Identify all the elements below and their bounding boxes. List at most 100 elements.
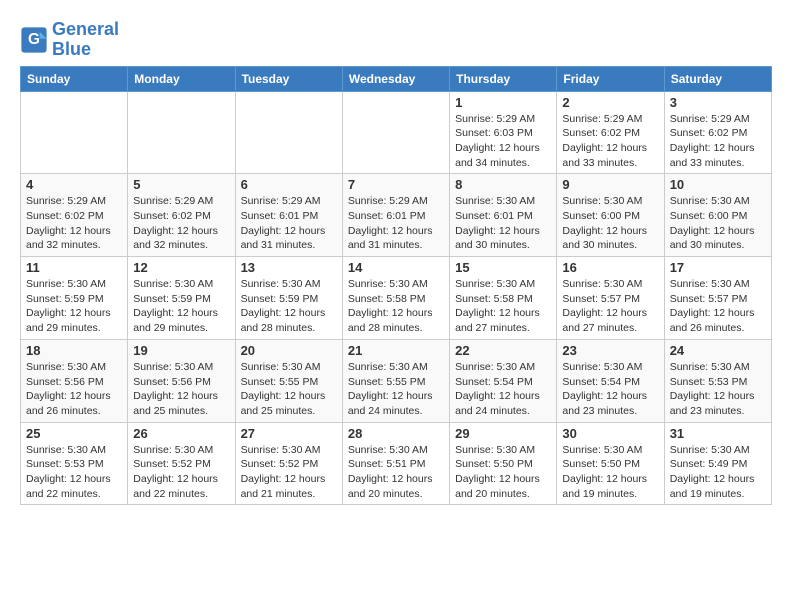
cell-date: 10 <box>670 177 766 192</box>
cell-date: 24 <box>670 343 766 358</box>
cell-info: Sunrise: 5:29 AM Sunset: 6:03 PM Dayligh… <box>455 112 551 171</box>
cell-info: Sunrise: 5:30 AM Sunset: 5:53 PM Dayligh… <box>670 360 766 419</box>
cell-date: 17 <box>670 260 766 275</box>
day-header-thursday: Thursday <box>450 66 557 91</box>
calendar-cell: 3 Sunrise: 5:29 AM Sunset: 6:02 PM Daylig… <box>664 91 771 174</box>
cell-info: Sunrise: 5:30 AM Sunset: 5:52 PM Dayligh… <box>241 443 337 502</box>
cell-date: 4 <box>26 177 122 192</box>
day-header-monday: Monday <box>128 66 235 91</box>
calendar-cell: 14 Sunrise: 5:30 AM Sunset: 5:58 PM Dayli… <box>342 257 449 340</box>
calendar-cell <box>21 91 128 174</box>
cell-date: 3 <box>670 95 766 110</box>
cell-info: Sunrise: 5:30 AM Sunset: 5:59 PM Dayligh… <box>26 277 122 336</box>
cell-info: Sunrise: 5:30 AM Sunset: 5:58 PM Dayligh… <box>348 277 444 336</box>
cell-date: 2 <box>562 95 658 110</box>
calendar-cell: 19 Sunrise: 5:30 AM Sunset: 5:56 PM Dayli… <box>128 339 235 422</box>
cell-info: Sunrise: 5:30 AM Sunset: 5:56 PM Dayligh… <box>26 360 122 419</box>
calendar-week-2: 4 Sunrise: 5:29 AM Sunset: 6:02 PM Daylig… <box>21 174 772 257</box>
cell-info: Sunrise: 5:30 AM Sunset: 5:55 PM Dayligh… <box>241 360 337 419</box>
header: G General Blue <box>20 20 772 60</box>
calendar-cell: 9Sunrise: 5:30 AM Sunset: 6:00 PM Daylig… <box>557 174 664 257</box>
cell-date: 20 <box>241 343 337 358</box>
logo-line2: Blue <box>52 40 119 60</box>
cell-date: 14 <box>348 260 444 275</box>
cell-info: Sunrise: 5:30 AM Sunset: 5:57 PM Dayligh… <box>670 277 766 336</box>
page-container: G General Blue SundayMondayTuesdayWednes… <box>0 0 792 515</box>
cell-info: Sunrise: 5:30 AM Sunset: 5:50 PM Dayligh… <box>455 443 551 502</box>
day-header-wednesday: Wednesday <box>342 66 449 91</box>
cell-info: Sunrise: 5:30 AM Sunset: 6:01 PM Dayligh… <box>455 194 551 253</box>
calendar-cell: 5 Sunrise: 5:29 AM Sunset: 6:02 PM Daylig… <box>128 174 235 257</box>
cell-date: 31 <box>670 426 766 441</box>
calendar-cell: 24 Sunrise: 5:30 AM Sunset: 5:53 PM Dayli… <box>664 339 771 422</box>
cell-date: 19 <box>133 343 229 358</box>
calendar-cell: 4 Sunrise: 5:29 AM Sunset: 6:02 PM Daylig… <box>21 174 128 257</box>
cell-info: Sunrise: 5:30 AM Sunset: 5:52 PM Dayligh… <box>133 443 229 502</box>
cell-date: 21 <box>348 343 444 358</box>
calendar-cell: 17 Sunrise: 5:30 AM Sunset: 5:57 PM Dayli… <box>664 257 771 340</box>
cell-info: Sunrise: 5:29 AM Sunset: 6:02 PM Dayligh… <box>26 194 122 253</box>
cell-date: 16 <box>562 260 658 275</box>
calendar-cell: 7Sunrise: 5:29 AM Sunset: 6:01 PM Daylig… <box>342 174 449 257</box>
calendar-cell: 12 Sunrise: 5:30 AM Sunset: 5:59 PM Dayli… <box>128 257 235 340</box>
cell-info: Sunrise: 5:30 AM Sunset: 5:49 PM Dayligh… <box>670 443 766 502</box>
cell-date: 28 <box>348 426 444 441</box>
day-header-saturday: Saturday <box>664 66 771 91</box>
cell-info: Sunrise: 5:30 AM Sunset: 5:51 PM Dayligh… <box>348 443 444 502</box>
cell-info: Sunrise: 5:30 AM Sunset: 5:55 PM Dayligh… <box>348 360 444 419</box>
cell-date: 6 <box>241 177 337 192</box>
calendar-cell: 11 Sunrise: 5:30 AM Sunset: 5:59 PM Dayli… <box>21 257 128 340</box>
calendar-cell: 20 Sunrise: 5:30 AM Sunset: 5:55 PM Dayli… <box>235 339 342 422</box>
cell-date: 27 <box>241 426 337 441</box>
cell-date: 18 <box>26 343 122 358</box>
calendar-cell <box>128 91 235 174</box>
cell-date: 23 <box>562 343 658 358</box>
cell-date: 1 <box>455 95 551 110</box>
cell-info: Sunrise: 5:29 AM Sunset: 6:02 PM Dayligh… <box>562 112 658 171</box>
cell-info: Sunrise: 5:30 AM Sunset: 6:00 PM Dayligh… <box>562 194 658 253</box>
calendar-week-1: 1 Sunrise: 5:29 AM Sunset: 6:03 PM Daylig… <box>21 91 772 174</box>
cell-info: Sunrise: 5:30 AM Sunset: 5:59 PM Dayligh… <box>241 277 337 336</box>
calendar-cell: 21 Sunrise: 5:30 AM Sunset: 5:55 PM Dayli… <box>342 339 449 422</box>
logo-line1: General <box>52 20 119 40</box>
calendar-cell: 23 Sunrise: 5:30 AM Sunset: 5:54 PM Dayli… <box>557 339 664 422</box>
cell-info: Sunrise: 5:29 AM Sunset: 6:02 PM Dayligh… <box>133 194 229 253</box>
cell-info: Sunrise: 5:30 AM Sunset: 5:58 PM Dayligh… <box>455 277 551 336</box>
cell-info: Sunrise: 5:30 AM Sunset: 6:00 PM Dayligh… <box>670 194 766 253</box>
calendar-cell: 13Sunrise: 5:30 AM Sunset: 5:59 PM Dayli… <box>235 257 342 340</box>
cell-info: Sunrise: 5:29 AM Sunset: 6:02 PM Dayligh… <box>670 112 766 171</box>
calendar-cell: 2 Sunrise: 5:29 AM Sunset: 6:02 PM Daylig… <box>557 91 664 174</box>
day-header-sunday: Sunday <box>21 66 128 91</box>
cell-info: Sunrise: 5:29 AM Sunset: 6:01 PM Dayligh… <box>241 194 337 253</box>
cell-date: 22 <box>455 343 551 358</box>
cell-date: 30 <box>562 426 658 441</box>
day-header-tuesday: Tuesday <box>235 66 342 91</box>
calendar-week-3: 11 Sunrise: 5:30 AM Sunset: 5:59 PM Dayli… <box>21 257 772 340</box>
cell-date: 8 <box>455 177 551 192</box>
cell-date: 29 <box>455 426 551 441</box>
calendar-cell: 16 Sunrise: 5:30 AM Sunset: 5:57 PM Dayli… <box>557 257 664 340</box>
calendar-cell: 6 Sunrise: 5:29 AM Sunset: 6:01 PM Daylig… <box>235 174 342 257</box>
cell-date: 12 <box>133 260 229 275</box>
cell-date: 11 <box>26 260 122 275</box>
calendar-cell <box>342 91 449 174</box>
calendar-cell: 31 Sunrise: 5:30 AM Sunset: 5:49 PM Dayli… <box>664 422 771 505</box>
calendar-week-5: 25Sunrise: 5:30 AM Sunset: 5:53 PM Dayli… <box>21 422 772 505</box>
logo-icon: G <box>20 26 48 54</box>
calendar-week-4: 18 Sunrise: 5:30 AM Sunset: 5:56 PM Dayli… <box>21 339 772 422</box>
calendar-cell: 26Sunrise: 5:30 AM Sunset: 5:52 PM Dayli… <box>128 422 235 505</box>
day-header-friday: Friday <box>557 66 664 91</box>
cell-date: 5 <box>133 177 229 192</box>
cell-date: 15 <box>455 260 551 275</box>
logo: G General Blue <box>20 20 119 60</box>
calendar-cell: 1 Sunrise: 5:29 AM Sunset: 6:03 PM Daylig… <box>450 91 557 174</box>
calendar-cell: 29 Sunrise: 5:30 AM Sunset: 5:50 PM Dayli… <box>450 422 557 505</box>
cell-info: Sunrise: 5:30 AM Sunset: 5:54 PM Dayligh… <box>455 360 551 419</box>
svg-text:G: G <box>28 31 40 48</box>
cell-info: Sunrise: 5:30 AM Sunset: 5:50 PM Dayligh… <box>562 443 658 502</box>
cell-info: Sunrise: 5:30 AM Sunset: 5:57 PM Dayligh… <box>562 277 658 336</box>
cell-info: Sunrise: 5:30 AM Sunset: 5:56 PM Dayligh… <box>133 360 229 419</box>
cell-info: Sunrise: 5:30 AM Sunset: 5:54 PM Dayligh… <box>562 360 658 419</box>
calendar-cell: 22 Sunrise: 5:30 AM Sunset: 5:54 PM Dayli… <box>450 339 557 422</box>
cell-info: Sunrise: 5:30 AM Sunset: 5:59 PM Dayligh… <box>133 277 229 336</box>
